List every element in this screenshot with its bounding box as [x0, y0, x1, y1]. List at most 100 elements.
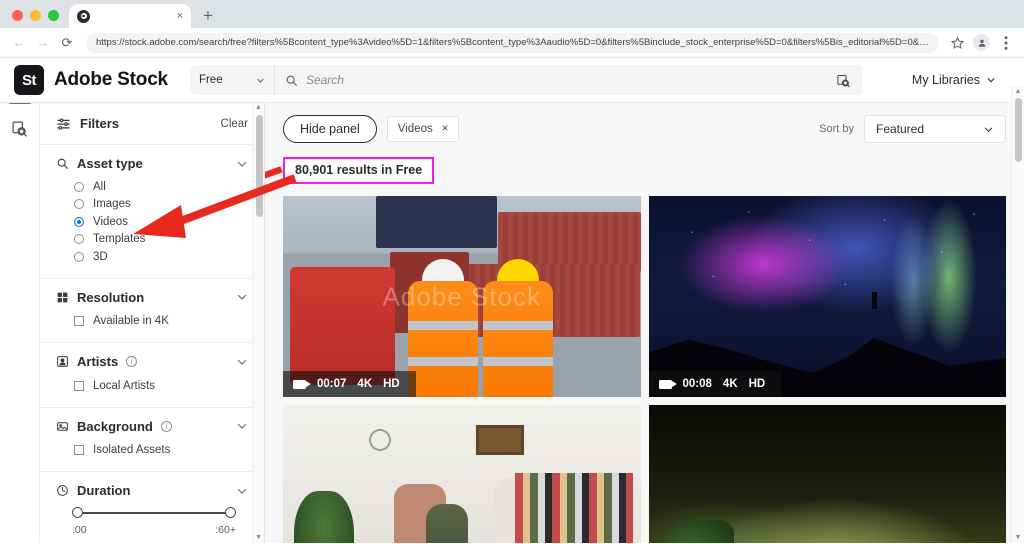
chevron-down-icon: [987, 78, 995, 83]
scroll-up-arrow-icon[interactable]: ▲: [253, 103, 264, 113]
search-bar: Free Search: [189, 65, 862, 95]
chip-remove-icon[interactable]: ×: [442, 123, 449, 135]
close-window-button[interactable]: [12, 10, 23, 21]
results-grid: Adobe Stock 00:07 4K HD 00:08 4K HD: [265, 184, 1024, 543]
maximize-window-button[interactable]: [48, 10, 59, 21]
shipping-container: [375, 196, 498, 249]
scrollbar-thumb[interactable]: [1015, 98, 1022, 162]
video-meta-badge: 00:08 4K HD: [648, 371, 782, 397]
browser-tab[interactable]: ×: [69, 4, 191, 28]
visual-search-camera-icon[interactable]: [825, 65, 862, 95]
chevron-down-icon: [237, 423, 247, 429]
option-label: Videos: [93, 215, 128, 228]
clear-filters-button[interactable]: Clear: [221, 118, 248, 130]
filter-group-header[interactable]: Asset type: [56, 156, 248, 171]
address-bar[interactable]: https://stock.adobe.com/search/free?filt…: [86, 32, 939, 53]
video-camera-icon: [658, 379, 677, 389]
clock-icon: [57, 485, 68, 496]
window-traffic-lights: [8, 10, 69, 28]
result-card[interactable]: [648, 405, 1006, 543]
thumbnail-image: Adobe Stock: [283, 196, 641, 397]
search-scope-value: Free: [198, 74, 223, 86]
profile-avatar-icon[interactable]: [973, 34, 990, 51]
filter-group-header[interactable]: Duration: [56, 483, 248, 498]
page-scrollbar[interactable]: ▲ ▼: [1011, 86, 1024, 543]
sort-by-value: Featured: [876, 122, 925, 136]
hard-hat: [422, 259, 465, 281]
filters-scrollbar[interactable]: ▲ ▼: [252, 103, 264, 543]
option-all[interactable]: All: [74, 178, 248, 196]
three-dot-menu-icon[interactable]: [996, 33, 1016, 53]
adobe-stock-logo[interactable]: St Adobe Stock: [14, 65, 168, 95]
watermark-text: Adobe Stock: [382, 281, 541, 311]
container-handler-vehicle: [290, 266, 396, 385]
search-placeholder: Search: [305, 73, 344, 87]
radio-icon-selected: [74, 216, 84, 227]
asset-type-options: All Images Videos Templates 3D: [56, 178, 248, 266]
filter-group-header[interactable]: Artists i: [56, 354, 248, 369]
scroll-up-arrow-icon[interactable]: ▲: [1012, 86, 1024, 97]
star-icon[interactable]: [947, 33, 967, 53]
scroll-down-arrow-icon[interactable]: ▼: [1012, 532, 1024, 543]
option-label: Images: [93, 198, 131, 211]
forward-button[interactable]: →: [32, 32, 54, 54]
sort-controls: Sort by Featured: [819, 115, 1006, 143]
duration-max-label: :60+: [215, 524, 236, 536]
worker-yellow-hat: [483, 259, 554, 397]
back-button[interactable]: ←: [8, 32, 30, 54]
option-available-in-4k[interactable]: Available in 4K: [56, 313, 248, 331]
close-tab-icon[interactable]: ×: [177, 10, 183, 22]
scrollbar-thumb[interactable]: [255, 115, 263, 217]
radio-icon: [74, 251, 84, 262]
filters-panel: Filters Clear Asset type All Images Vide…: [40, 103, 265, 543]
minimize-window-button[interactable]: [30, 10, 41, 21]
hop-leaf: [655, 519, 734, 543]
option-label: Templates: [93, 233, 146, 246]
reload-button[interactable]: ⟳: [56, 32, 78, 54]
info-icon[interactable]: i: [160, 420, 172, 432]
option-videos[interactable]: Videos: [74, 213, 248, 231]
result-card[interactable]: 00:08 4K HD: [648, 196, 1006, 397]
visual-search-icon[interactable]: [6, 114, 34, 142]
filter-group-header[interactable]: Resolution: [56, 290, 248, 305]
video-resolution: 4K: [357, 378, 373, 390]
browser-tab-strip: × +: [0, 0, 1024, 28]
info-icon[interactable]: i: [126, 356, 138, 367]
filter-group-artists: Artists i Local Artists: [40, 343, 264, 408]
result-card[interactable]: [283, 405, 641, 543]
adobe-stock-favicon-icon: [77, 9, 90, 23]
chevron-down-icon: [237, 161, 247, 167]
video-meta-badge: 00:07 4K HD: [283, 371, 416, 397]
video-duration: 00:07: [317, 378, 347, 390]
filter-group-header[interactable]: Background i: [56, 419, 248, 434]
checkbox-icon: [74, 445, 84, 456]
sort-by-select[interactable]: Featured: [864, 115, 1006, 143]
filter-group-asset-type: Asset type All Images Videos Templates 3…: [40, 145, 264, 279]
results-count-text: 80,901 results in Free: [283, 157, 435, 184]
slider-labels: :00 :60+: [70, 524, 238, 536]
magnifier-icon: [57, 158, 68, 169]
option-templates[interactable]: Templates: [74, 231, 248, 249]
search-input[interactable]: Search: [273, 65, 826, 95]
my-libraries-menu[interactable]: My Libraries: [912, 73, 1010, 87]
browser-toolbar: ← → ⟳ https://stock.adobe.com/search/fre…: [0, 28, 1024, 58]
result-card[interactable]: Adobe Stock 00:07 4K HD: [283, 196, 641, 397]
slider-handle-min[interactable]: [72, 507, 83, 518]
option-label: Local Artists: [93, 379, 155, 392]
left-icon-rail: [0, 58, 40, 543]
thumbnail-image: [283, 405, 641, 543]
scroll-down-arrow-icon[interactable]: ▼: [253, 533, 264, 543]
duration-range-slider[interactable]: :00 :60+: [70, 507, 238, 536]
new-tab-button[interactable]: +: [203, 7, 213, 24]
search-scope-dropdown[interactable]: Free: [189, 65, 274, 95]
option-isolated-assets[interactable]: Isolated Assets: [56, 442, 248, 460]
active-filter-chip-videos[interactable]: Videos ×: [386, 116, 460, 142]
option-3d[interactable]: 3D: [74, 248, 248, 266]
option-local-artists[interactable]: Local Artists: [56, 377, 248, 395]
option-images[interactable]: Images: [74, 196, 248, 214]
hide-panel-button[interactable]: Hide panel: [283, 115, 377, 143]
image-icon: [57, 421, 68, 431]
slider-handle-max[interactable]: [225, 507, 236, 518]
filter-group-title: Artists: [77, 354, 119, 369]
chevron-down-icon: [237, 294, 247, 300]
